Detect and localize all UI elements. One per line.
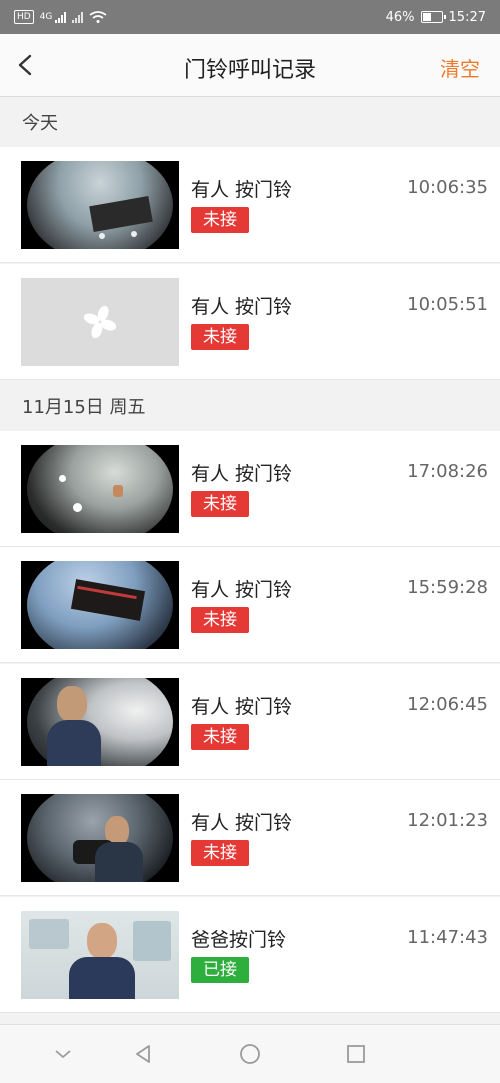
record-time: 15:59:28 (407, 577, 488, 598)
snapshot-thumbnail (21, 161, 179, 249)
record-title: 有人 按门铃 (191, 463, 293, 485)
chevron-down-icon[interactable] (52, 1043, 74, 1065)
call-record[interactable]: 有人 按门铃 12:06:45 未接 (0, 664, 500, 780)
record-title: 有人 按门铃 (191, 696, 293, 718)
signal-secondary-icon (72, 11, 84, 23)
record-title: 有人 按门铃 (191, 296, 293, 318)
nav-bar: 门铃呼叫记录 清空 (0, 34, 500, 97)
triangle-back-icon[interactable] (132, 1043, 154, 1065)
wifi-icon (89, 11, 107, 23)
battery-icon (420, 11, 446, 23)
square-recent-icon[interactable] (345, 1043, 367, 1065)
status-badge: 未接 (191, 840, 249, 866)
record-time: 12:06:45 (407, 694, 488, 715)
record-title: 爸爸按门铃 (191, 929, 287, 951)
hd-badge: HD (14, 10, 34, 24)
section-header-date: 11月15日 周五 (0, 381, 500, 431)
status-badge: 已接 (191, 957, 249, 983)
signal-icon (55, 11, 67, 23)
record-time: 10:06:35 (407, 177, 488, 198)
clear-button[interactable]: 清空 (440, 53, 480, 82)
call-record[interactable]: 有人 按门铃 10:06:35 未接 (0, 147, 500, 263)
call-record[interactable]: 爸爸按门铃 11:47:43 已接 (0, 897, 500, 1013)
snapshot-thumbnail (21, 445, 179, 533)
record-title: 有人 按门铃 (191, 179, 293, 201)
record-time: 10:05:51 (407, 294, 488, 315)
status-badge: 未接 (191, 724, 249, 750)
page-title: 门铃呼叫记录 (183, 58, 316, 83)
call-record[interactable]: 有人 按门铃 15:59:28 未接 (0, 547, 500, 663)
circle-home-icon[interactable] (239, 1043, 261, 1065)
snapshot-thumbnail (21, 911, 179, 999)
snapshot-thumbnail (21, 794, 179, 882)
snapshot-thumbnail (21, 678, 179, 766)
snapshot-thumbnail (21, 561, 179, 649)
status-badge: 未接 (191, 207, 249, 233)
call-record[interactable]: 有人 按门铃 10:05:51 未接 (0, 264, 500, 380)
status-badge: 未接 (191, 324, 249, 350)
record-title: 有人 按门铃 (191, 812, 293, 834)
record-time: 17:08:26 (407, 461, 488, 482)
call-record[interactable]: 有人 按门铃 12:01:23 未接 (0, 780, 500, 896)
clock: 15:27 (448, 9, 486, 25)
record-time: 11:47:43 (407, 927, 488, 948)
record-title: 有人 按门铃 (191, 579, 293, 601)
call-record[interactable]: 有人 按门铃 17:08:26 未接 (0, 431, 500, 547)
section-header-today: 今天 (0, 97, 500, 147)
snapshot-placeholder (21, 278, 179, 366)
battery-percent: 46% (385, 9, 415, 25)
status-badge: 未接 (191, 607, 249, 633)
status-badge: 未接 (191, 491, 249, 517)
system-nav-bar (0, 1024, 500, 1083)
status-bar: HD 4G 46% 15:27 (0, 0, 500, 34)
record-time: 12:01:23 (407, 810, 488, 831)
network-type: 4G (39, 12, 53, 22)
fan-logo-icon (83, 305, 117, 339)
